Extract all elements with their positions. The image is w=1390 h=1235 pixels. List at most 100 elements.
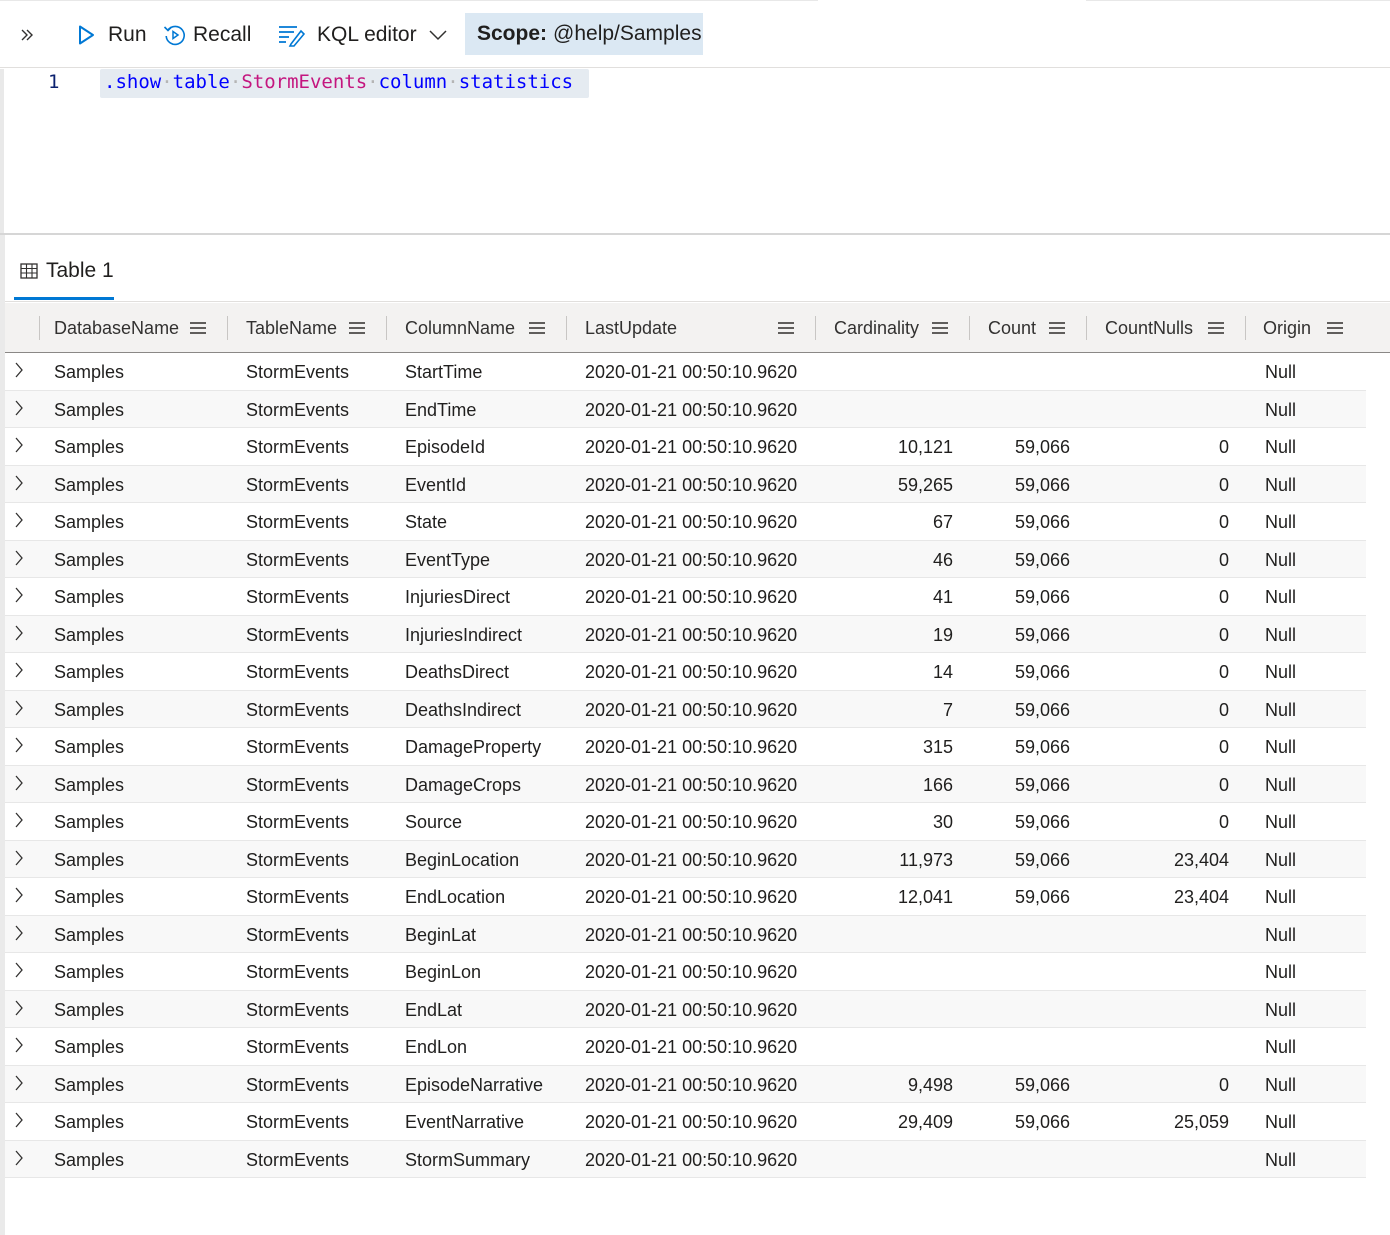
kql-editor-dropdown[interactable]: KQL editor: [277, 14, 447, 56]
expand-row-chevron-icon[interactable]: [14, 887, 28, 905]
table-row[interactable]: Samples StormEvents EndLocation 2020-01-21 …: [5, 878, 1366, 916]
column-menu-icon[interactable]: [529, 322, 545, 334]
column-menu-icon[interactable]: [1208, 322, 1224, 334]
cell-column-name: EpisodeNarrative: [405, 1074, 544, 1095]
cell-table-name: StormEvents: [246, 399, 350, 420]
expand-row-chevron-icon[interactable]: [14, 775, 28, 793]
query-editor[interactable]: 1 .show·table·StormEvents·column·statist…: [0, 69, 1390, 234]
cell-origin: Null: [1265, 1149, 1297, 1170]
expand-row-chevron-icon[interactable]: [14, 1112, 28, 1130]
column-header-origin[interactable]: Origin: [1245, 303, 1366, 353]
cell-column-name: DeathsDirect: [405, 662, 510, 682]
table-row[interactable]: Samples StormEvents EventId 2020-01-21 00:5…: [5, 465, 1366, 503]
table-row[interactable]: Samples StormEvents DeathsIndirect 2020-01-…: [5, 690, 1366, 728]
cell-column-name: State: [405, 512, 448, 532]
expand-panel-button[interactable]: [20, 14, 46, 56]
table-row[interactable]: Samples StormEvents StormSummary 2020-01-21…: [5, 1140, 1366, 1178]
cell-origin: Null: [1265, 849, 1297, 870]
table-row[interactable]: Samples StormEvents InjuriesIndirect 2020-0…: [5, 615, 1366, 653]
cell-column-name: EndLon: [405, 1037, 468, 1057]
cell-database-name: Samples: [54, 849, 125, 870]
scope-indicator[interactable]: Scope: @help/Samples: [465, 13, 703, 55]
cell-table-name: StormEvents: [246, 699, 350, 720]
cell-database-name: Samples: [54, 474, 125, 495]
table-row[interactable]: Samples StormEvents State 2020-01-21 00:50:…: [5, 503, 1366, 541]
cell-last-update: 2020-01-21 00:50:10.9620: [585, 399, 798, 420]
expand-row-chevron-icon[interactable]: [14, 550, 28, 568]
recall-icon: [163, 25, 185, 46]
column-header-count[interactable]: Count: [969, 303, 1086, 353]
table-row[interactable]: Samples StormEvents EpisodeId 2020-01-21 00…: [5, 428, 1366, 466]
table-row[interactable]: Samples StormEvents BeginLocation 2020-01-2…: [5, 840, 1366, 878]
recall-button[interactable]: Recall: [163, 14, 251, 56]
table-row[interactable]: Samples StormEvents EpisodeNarrative 2020-0…: [5, 1065, 1366, 1103]
table-row[interactable]: Samples StormEvents BeginLon 2020-01-21 00:…: [5, 953, 1366, 991]
column-menu-icon[interactable]: [190, 322, 206, 334]
query-line[interactable]: .show·table·StormEvents·column·statistic…: [100, 69, 589, 98]
cell-database-name: Samples: [54, 1037, 125, 1057]
table-row[interactable]: Samples StormEvents EndLat 2020-01-21 00:50…: [5, 990, 1366, 1028]
expand-row-chevron-icon[interactable]: [14, 625, 28, 643]
expand-row-chevron-icon[interactable]: [14, 587, 28, 605]
expand-row-chevron-icon[interactable]: [14, 400, 28, 418]
cell-origin: Null: [1265, 587, 1297, 607]
column-header-columnname[interactable]: ColumnName: [386, 303, 566, 353]
expand-row-chevron-icon[interactable]: [14, 475, 28, 493]
column-header-lastupdate[interactable]: LastUpdate: [566, 303, 815, 353]
editor-results-splitter[interactable]: [0, 233, 1390, 235]
column-menu-icon[interactable]: [932, 322, 948, 334]
grid-body: Samples StormEvents StartTime 2020-01-21 00…: [5, 353, 1366, 1178]
cell-origin: Null: [1265, 512, 1297, 532]
column-header-cardinality[interactable]: Cardinality: [815, 303, 969, 353]
kql-editor-icon: [279, 26, 305, 47]
table-row[interactable]: Samples StormEvents InjuriesDirect 2020-01-…: [5, 578, 1366, 616]
cell-count: 59,066: [1014, 812, 1070, 832]
column-menu-icon[interactable]: [349, 322, 365, 334]
table-row[interactable]: Samples StormEvents Source 2020-01-21 00:50…: [5, 803, 1366, 841]
table-row[interactable]: Samples StormEvents EventNarrative 2020-01-…: [5, 1103, 1366, 1141]
expand-row-chevron-icon[interactable]: [14, 362, 28, 380]
expand-row-chevron-icon[interactable]: [14, 925, 28, 943]
expand-row-chevron-icon[interactable]: [14, 437, 28, 455]
table-row[interactable]: Samples StormEvents DeathsDirect 2020-01-21…: [5, 653, 1366, 691]
table-row[interactable]: Samples StormEvents DamageProperty 2020-01-…: [5, 728, 1366, 766]
cell-database-name: Samples: [54, 662, 125, 682]
cell-count-nulls: 0: [1218, 774, 1229, 795]
expand-row-chevron-icon[interactable]: [14, 850, 28, 868]
column-menu-icon[interactable]: [1327, 322, 1343, 334]
column-header-databasename[interactable]: DatabaseName: [39, 303, 227, 353]
cell-count-nulls: 0: [1218, 587, 1229, 607]
cell-last-update: 2020-01-21 00:50:10.9620: [585, 812, 798, 832]
active-tab-indicator: [14, 297, 114, 300]
column-header-countnulls[interactable]: CountNulls: [1086, 303, 1245, 353]
expand-row-chevron-icon[interactable]: [14, 1150, 28, 1168]
table-row[interactable]: Samples StormEvents BeginLat 2020-01-21 00:…: [5, 915, 1366, 953]
cell-table-name: StormEvents: [246, 362, 350, 382]
token-show: .show: [104, 71, 162, 93]
column-menu-icon[interactable]: [1049, 322, 1065, 334]
column-menu-icon[interactable]: [778, 322, 794, 334]
table-row[interactable]: Samples StormEvents EndLon 2020-01-21 00:50…: [5, 1028, 1366, 1066]
tab-table-1[interactable]: Table 1: [14, 248, 120, 294]
expand-row-chevron-icon[interactable]: [14, 1037, 28, 1055]
run-button[interactable]: Run: [76, 14, 147, 56]
expand-row-chevron-icon[interactable]: [14, 737, 28, 755]
expand-row-chevron-icon[interactable]: [14, 962, 28, 980]
table-row[interactable]: Samples StormEvents DamageCrops 2020-01-21 …: [5, 765, 1366, 803]
table-row[interactable]: Samples StormEvents EndTime 2020-01-21 00:5…: [5, 390, 1366, 428]
toolbar-top-border: [0, 0, 818, 1]
cell-origin: Null: [1265, 699, 1297, 720]
column-header-tablename[interactable]: TableName: [227, 303, 386, 353]
cell-column-name: BeginLocation: [405, 849, 520, 870]
cell-cardinality: 11,973: [899, 849, 953, 870]
expand-row-chevron-icon[interactable]: [14, 662, 28, 680]
expand-row-chevron-icon[interactable]: [14, 812, 28, 830]
expand-row-chevron-icon[interactable]: [14, 512, 28, 530]
cell-origin: Null: [1265, 774, 1297, 795]
table-row[interactable]: Samples StormEvents StartTime 2020-01-21 00…: [5, 353, 1366, 391]
expand-row-chevron-icon[interactable]: [14, 1075, 28, 1093]
expand-row-chevron-icon[interactable]: [14, 700, 28, 718]
cell-database-name: Samples: [54, 924, 125, 945]
table-row[interactable]: Samples StormEvents EventType 2020-01-21 00…: [5, 540, 1366, 578]
expand-row-chevron-icon[interactable]: [14, 1000, 28, 1018]
